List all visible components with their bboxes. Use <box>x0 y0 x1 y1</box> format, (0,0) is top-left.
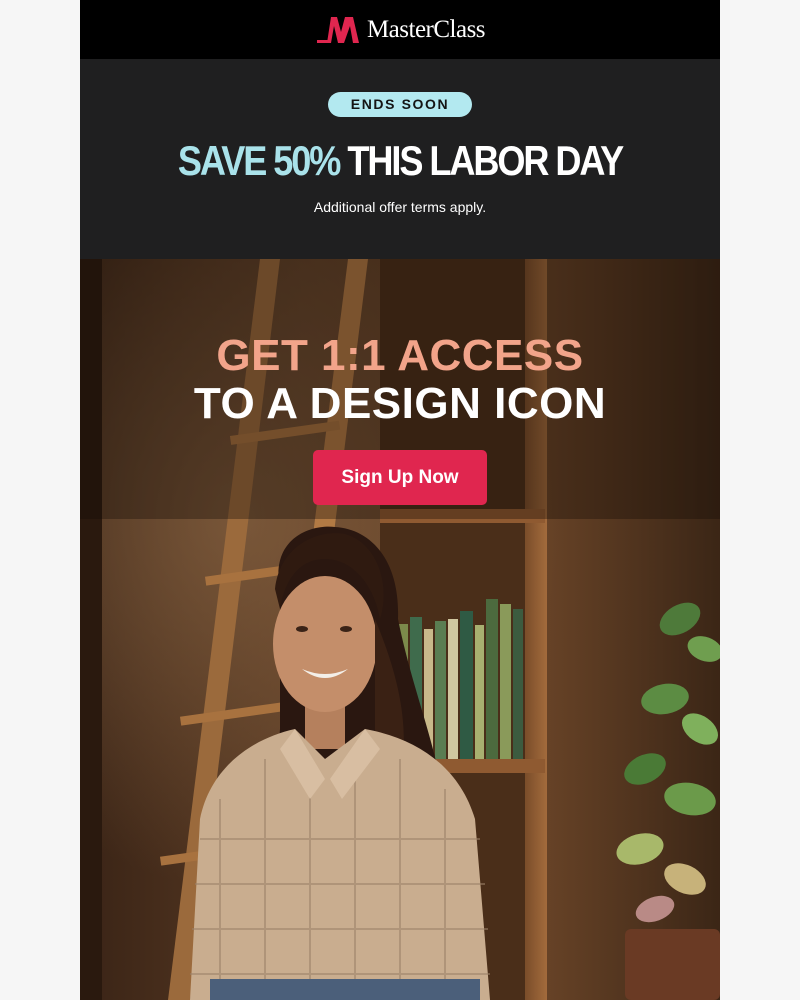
masterclass-m-logo-icon <box>316 16 359 43</box>
hero-title: GET 1:1 ACCESS TO A DESIGN ICON <box>80 332 720 428</box>
headline-accent: SAVE 50% <box>177 137 342 184</box>
ends-soon-badge: ENDS SOON <box>328 92 472 117</box>
headline-rest: THIS LABOR DAY <box>347 137 624 184</box>
promo-headline: SAVE 50% THIS LABOR DAY <box>125 134 675 188</box>
hero-title-line1: GET 1:1 ACCESS <box>216 331 584 380</box>
offer-terms: Additional offer terms apply. <box>313 199 487 215</box>
brand-name: MasterClass <box>366 16 486 43</box>
hero-title-line2: TO A DESIGN ICON <box>193 379 607 428</box>
sign-up-button[interactable]: Sign Up Now <box>313 450 487 505</box>
hero-section: GET 1:1 ACCESS TO A DESIGN ICON Sign Up … <box>80 259 720 1000</box>
email-body: MasterClass ENDS SOON SAVE 50% THIS LABO… <box>80 0 720 1000</box>
brand-header: MasterClass <box>80 0 720 59</box>
brand-logo[interactable]: MasterClass <box>315 15 486 45</box>
promo-banner: ENDS SOON SAVE 50% THIS LABOR DAY Additi… <box>80 59 720 259</box>
